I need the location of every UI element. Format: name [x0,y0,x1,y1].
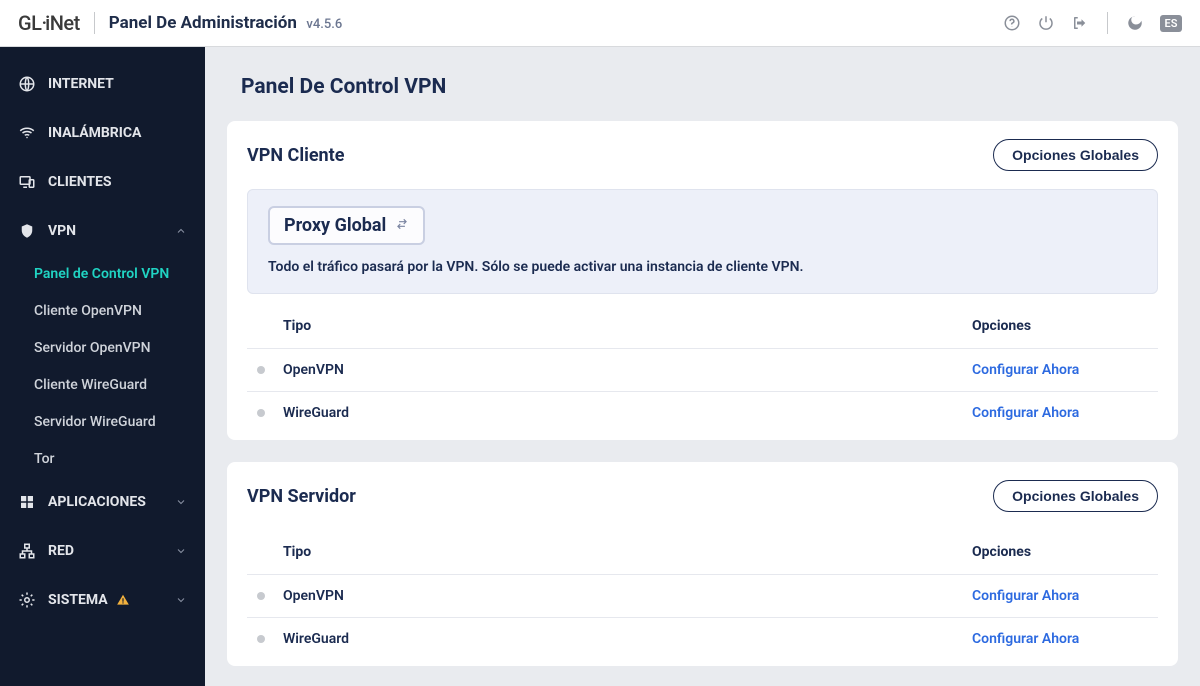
row-type: OpenVPN [283,588,972,604]
table-row: WireGuard Configurar Ahora [247,392,1158,434]
sidebar: INTERNET INALÁMBRICA CLIENTES VPN Panel … [0,47,205,686]
sidebar-item-wireless[interactable]: INALÁMBRICA [0,108,205,157]
chevron-down-icon [175,594,187,606]
proxy-description: Todo el tráfico pasará por la VPN. Sólo … [268,259,1137,275]
sidebar-item-label: CLIENTES [48,174,112,190]
status-indicator [257,635,265,643]
global-options-button[interactable]: Opciones Globales [993,139,1158,171]
sidebar-item-vpn[interactable]: VPN [0,206,205,255]
top-bar-right: ES [1003,12,1182,34]
sidebar-item-label: VPN [48,223,76,239]
sidebar-item-label: INTERNET [48,76,114,92]
status-indicator [257,592,265,600]
configure-now-link[interactable]: Configurar Ahora [972,631,1142,647]
vpn-client-panel: VPN Cliente Opciones Globales Proxy Glob… [227,121,1178,440]
apps-icon [18,493,36,511]
col-header-options: Opciones [972,318,1142,334]
sidebar-item-clients[interactable]: CLIENTES [0,157,205,206]
chevron-down-icon [175,496,187,508]
warning-icon [116,593,130,607]
proxy-mode-label: Proxy Global [284,215,386,236]
table-row: OpenVPN Configurar Ahora [247,575,1158,618]
admin-panel-title: Panel De Administración [109,13,297,33]
table-header: Tipo Opciones [247,530,1158,575]
brand-suffix: iNet [45,11,80,35]
sidebar-item-label: RED [48,543,74,559]
row-type: WireGuard [283,405,972,421]
chevron-up-icon [175,225,187,237]
help-icon[interactable] [1003,14,1021,32]
row-type: WireGuard [283,631,972,647]
panel-header: VPN Cliente Opciones Globales [247,139,1158,171]
col-header-options: Opciones [972,544,1142,560]
configure-now-link[interactable]: Configurar Ahora [972,405,1142,421]
sidebar-subitem-openvpn-client[interactable]: Cliente OpenVPN [0,292,205,329]
divider [94,12,95,34]
logout-icon[interactable] [1071,14,1089,32]
sidebar-item-label: INALÁMBRICA [48,125,141,141]
row-type: OpenVPN [283,362,972,378]
version-text: v4.5.6 [306,17,342,32]
admin-title-group: Panel De Administración v4.5.6 [109,13,342,33]
sidebar-item-label: SISTEMA [48,592,108,608]
devices-icon [18,173,36,191]
top-bar: GL·iNet Panel De Administración v4.5.6 E… [0,0,1200,47]
col-header-type: Tipo [283,318,972,334]
panel-title: VPN Servidor [247,486,356,507]
gear-icon [18,591,36,609]
sidebar-item-network[interactable]: RED [0,526,205,575]
sidebar-item-label: APLICACIONES [48,494,146,510]
sidebar-subitem-wg-server[interactable]: Servidor WireGuard [0,403,205,440]
col-header-type: Tipo [283,544,972,560]
page-title: Panel De Control VPN [241,75,1178,99]
status-indicator [257,366,265,374]
shield-icon [18,222,36,240]
sidebar-item-internet[interactable]: INTERNET [0,59,205,108]
global-options-button[interactable]: Opciones Globales [993,480,1158,512]
main-content: Panel De Control VPN VPN Cliente Opcione… [205,47,1200,686]
table-row: OpenVPN Configurar Ahora [247,349,1158,392]
brand-prefix: GL [18,11,41,35]
sidebar-item-apps[interactable]: APLICACIONES [0,477,205,526]
configure-now-link[interactable]: Configurar Ahora [972,588,1142,604]
table-header: Tipo Opciones [247,304,1158,349]
brand-logo[interactable]: GL·iNet [18,11,80,35]
sidebar-subitem-wg-client[interactable]: Cliente WireGuard [0,366,205,403]
chevron-down-icon [175,545,187,557]
power-icon[interactable] [1037,14,1055,32]
language-badge[interactable]: ES [1160,15,1182,32]
configure-now-link[interactable]: Configurar Ahora [972,362,1142,378]
sidebar-subitem-openvpn-server[interactable]: Servidor OpenVPN [0,329,205,366]
sidebar-subitem-tor[interactable]: Tor [0,440,205,477]
proxy-info-box: Proxy Global Todo el tráfico pasará por … [247,189,1158,294]
status-indicator [257,409,265,417]
theme-icon[interactable] [1126,14,1144,32]
panel-header: VPN Servidor Opciones Globales [247,480,1158,512]
divider [1107,12,1108,34]
panel-title: VPN Cliente [247,145,344,166]
sidebar-subitem-vpn-dashboard[interactable]: Panel de Control VPN [0,255,205,292]
sidebar-vpn-submenu: Panel de Control VPN Cliente OpenVPN Ser… [0,255,205,477]
wifi-icon [18,124,36,142]
globe-icon [18,75,36,93]
table-row: WireGuard Configurar Ahora [247,618,1158,660]
sidebar-item-system[interactable]: SISTEMA [0,575,205,624]
swap-icon [395,215,409,236]
proxy-mode-selector[interactable]: Proxy Global [268,206,425,245]
network-icon [18,542,36,560]
vpn-server-panel: VPN Servidor Opciones Globales Tipo Opci… [227,462,1178,666]
top-bar-left: GL·iNet Panel De Administración v4.5.6 [18,11,342,35]
